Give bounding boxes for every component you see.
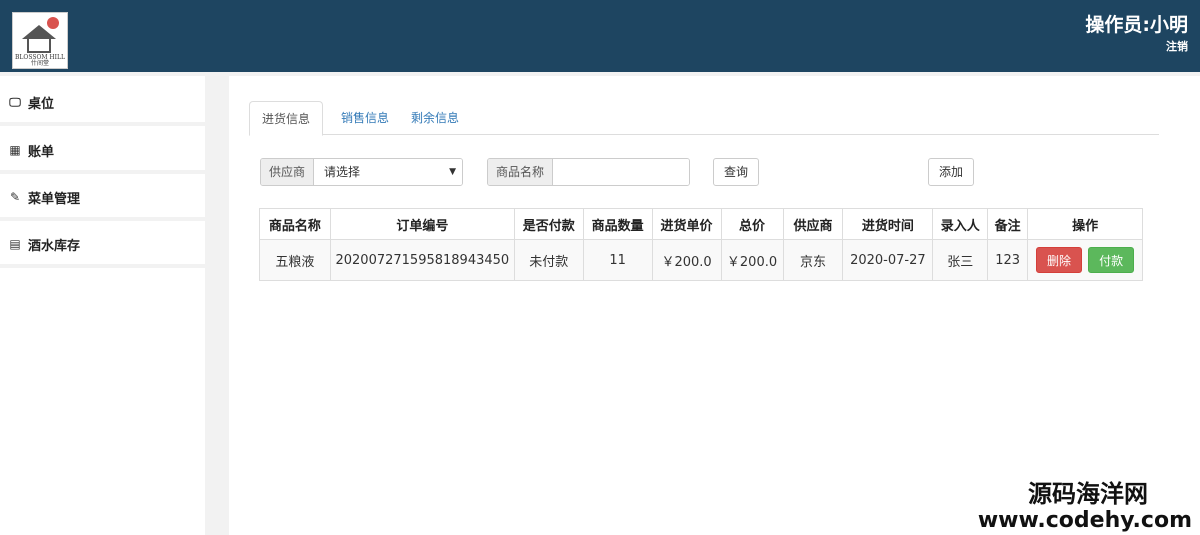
sidebar-item-bills[interactable]: ▦ 账单 — [0, 130, 205, 174]
product-filter: 商品名称 — [487, 158, 690, 186]
sidebar-item-label: 账单 — [28, 144, 55, 160]
tab-purchase-info[interactable]: 进货信息 — [249, 101, 324, 136]
sidebar: 🖵 桌位 ▦ 账单 ✎ 菜单管理 ▤ 酒水库存 — [0, 76, 205, 535]
col-header: 商品名称 — [259, 208, 331, 240]
col-header: 总价 — [720, 208, 784, 240]
cell-unit-price: ￥200.0 — [651, 239, 722, 281]
sidebar-item-label: 菜单管理 — [28, 191, 81, 207]
supplier-label: 供应商 — [261, 159, 315, 185]
sidebar-item-inventory[interactable]: ▤ 酒水库存 — [0, 224, 205, 268]
add-button[interactable]: 添加 — [928, 158, 975, 186]
table-icon: ▦ — [9, 143, 21, 157]
operator-name: 操作员:小明 — [1085, 14, 1188, 36]
monitor-icon: 🖵 — [9, 94, 21, 109]
watermark: 源码海洋网 www.codehy.com — [978, 480, 1192, 534]
pay-button[interactable]: 付款 — [1088, 247, 1135, 273]
cell-total-price: ￥200.0 — [720, 239, 784, 281]
tab-bar: 进货信息 销售信息 剩余信息 — [249, 101, 1159, 136]
logout-link[interactable]: 注销 — [1166, 38, 1188, 54]
table-header-row: 商品名称 订单编号 是否付款 商品数量 进货单价 总价 供应商 进货时间 录入人… — [259, 208, 1143, 240]
sidebar-item-label: 桌位 — [28, 96, 55, 112]
cell-note: 123 — [987, 239, 1029, 281]
brand-logo[interactable]: BLOSSOM HILL 什间堂 — [12, 12, 68, 69]
supplier-filter: 供应商 请选择 ▼ — [260, 158, 463, 186]
product-name-input[interactable] — [553, 159, 689, 185]
cell-entered-by: 张三 — [932, 239, 989, 281]
sidebar-item-label: 酒水库存 — [28, 238, 81, 254]
col-header: 录入人 — [932, 208, 989, 240]
watermark-url: www.codehy.com — [977, 508, 1192, 533]
delete-button[interactable]: 删除 — [1035, 247, 1082, 273]
col-header: 商品数量 — [582, 208, 653, 240]
query-button[interactable]: 查询 — [713, 158, 760, 186]
sidebar-item-tables[interactable]: 🖵 桌位 — [0, 82, 205, 126]
cell-payment-status: 未付款 — [513, 239, 584, 281]
top-header: BLOSSOM HILL 什间堂 操作员:小明 注销 — [0, 0, 1200, 72]
col-header: 是否付款 — [513, 208, 584, 240]
tab-sales-info[interactable]: 销售信息 — [329, 101, 401, 135]
col-header: 备注 — [987, 208, 1029, 240]
cell-order-number: 20200727159581894345​0 — [329, 239, 515, 281]
col-header: 订单编号 — [329, 208, 515, 240]
main-panel: 进货信息 销售信息 剩余信息 供应商 请选择 ▼ 商品名称 查询 添加 商品名称… — [229, 76, 1200, 535]
sidebar-item-menu[interactable]: ✎ 菜单管理 — [0, 177, 205, 221]
edit-icon: ✎ — [9, 190, 21, 204]
col-header: 进货时间 — [842, 208, 934, 240]
watermark-cn: 源码海洋网 — [1028, 480, 1148, 508]
cell-purchase-date: 2020-07-27 — [842, 239, 934, 281]
tab-remaining-info[interactable]: 剩余信息 — [399, 101, 471, 135]
supplier-select-value: 请选择 — [324, 165, 361, 179]
house-roof-icon — [22, 25, 56, 39]
supplier-select[interactable]: 请选择 ▼ — [314, 159, 462, 185]
col-header: 进货单价 — [651, 208, 722, 240]
product-label: 商品名称 — [488, 159, 554, 185]
cell-actions: 删除 付款 — [1027, 239, 1143, 281]
cell-product-name: 五粮液 — [259, 239, 331, 281]
col-header: 操作 — [1027, 208, 1143, 240]
col-header: 供应商 — [782, 208, 844, 240]
cell-quantity: 11 — [582, 239, 653, 281]
house-icon — [27, 39, 51, 53]
grid-icon: ▤ — [9, 237, 21, 251]
cell-supplier: 京东 — [782, 239, 844, 281]
chevron-down-icon: ▼ — [449, 167, 456, 177]
purchase-table: 商品名称 订单编号 是否付款 商品数量 进货单价 总价 供应商 进货时间 录入人… — [259, 208, 1143, 281]
table-row: 五粮液 20200727159581894345​0 未付款 11 ￥200.0… — [259, 239, 1143, 281]
logo-subtext: 什间堂 — [30, 60, 49, 67]
